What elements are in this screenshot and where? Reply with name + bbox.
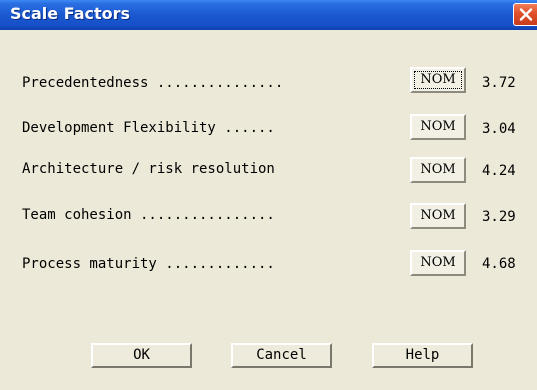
scale-factors-dialog: Scale Factors Precedentedness ..........… (0, 0, 537, 390)
precedentedness-rating-button[interactable]: NOM (410, 67, 466, 93)
close-button[interactable] (513, 3, 537, 26)
factor-value-process-maturity: 4.68 (482, 256, 516, 272)
factor-value-architecture-risk-resolution: 4.24 (482, 163, 516, 179)
help-button[interactable]: Help (372, 343, 473, 368)
factor-label-architecture-risk-resolution: Architecture / risk resolution (22, 161, 275, 177)
ok-button[interactable]: OK (91, 343, 192, 368)
architecture-risk-resolution-rating-button[interactable]: NOM (410, 157, 466, 183)
factor-label-process-maturity: Process maturity ............. (22, 256, 275, 272)
process-maturity-rating-button[interactable]: NOM (410, 250, 466, 276)
factor-label-team-cohesion: Team cohesion ................ (22, 207, 275, 223)
dialog-title: Scale Factors (10, 4, 131, 23)
cancel-button[interactable]: Cancel (231, 343, 332, 368)
factor-label-development-flexibility: Development Flexibility ...... (22, 120, 275, 136)
title-bar: Scale Factors (0, 0, 537, 30)
team-cohesion-rating-button[interactable]: NOM (410, 203, 466, 229)
factor-value-precedentedness: 3.72 (482, 75, 516, 91)
close-icon (519, 8, 533, 21)
development-flexibility-rating-button[interactable]: NOM (410, 114, 466, 140)
factor-value-team-cohesion: 3.29 (482, 209, 516, 225)
factor-value-development-flexibility: 3.04 (482, 121, 516, 137)
factor-label-precedentedness: Precedentedness ............... (22, 75, 284, 91)
